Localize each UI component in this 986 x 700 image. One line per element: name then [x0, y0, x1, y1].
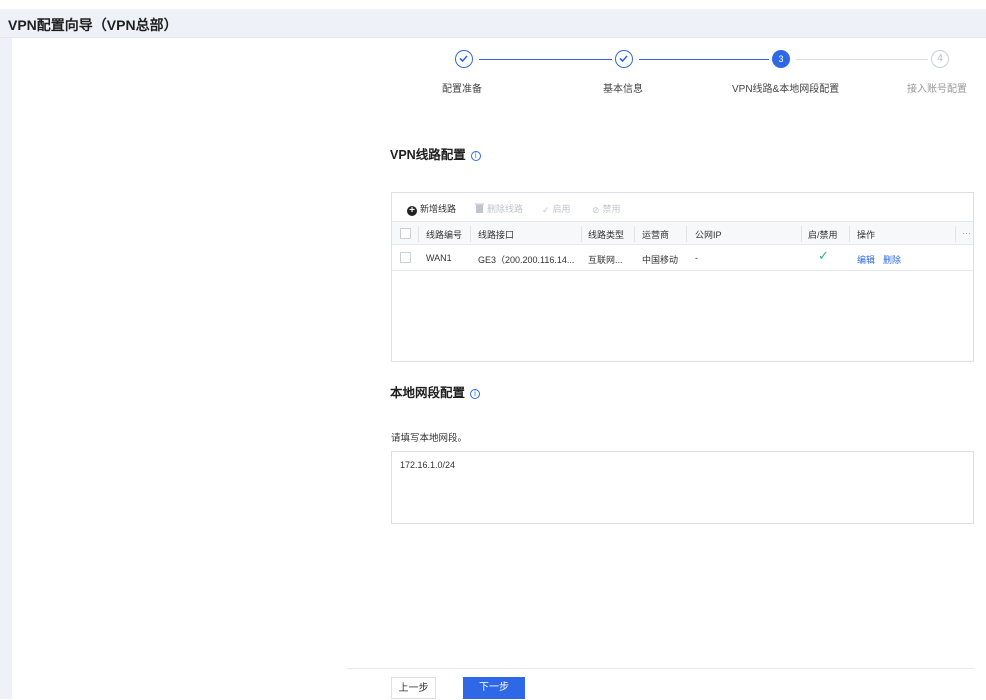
left-panel — [0, 38, 12, 699]
delete-link[interactable]: 删除 — [883, 253, 901, 266]
interface-cell: GE3（200.200.116.14... — [478, 255, 575, 265]
delete-line-label: 删除线路 — [487, 204, 524, 214]
column-header[interactable]: 线路接口 — [478, 228, 514, 241]
step-connector — [479, 59, 612, 60]
enable-button[interactable]: ✓ 启用 — [542, 202, 571, 216]
table-row[interactable]: WAN1 GE3（200.200.116.14... 互联网... 中国移动 -… — [392, 245, 973, 271]
column-header[interactable]: 公网IP — [695, 228, 722, 241]
column-header[interactable]: 线路类型 — [588, 228, 624, 241]
edit-link[interactable]: 编辑 — [857, 253, 875, 266]
vpn-lines-panel: + 新增线路 删除线路 ✓ 启用 ⊘ 禁用 线路编号 线路接口 线路类型 运营商 公网… — [391, 192, 974, 362]
check-circle-icon — [455, 50, 473, 68]
column-divider — [470, 226, 471, 242]
column-divider — [801, 226, 802, 242]
add-line-label: 新增线路 — [420, 204, 457, 214]
column-divider — [955, 226, 956, 242]
row-checkbox[interactable] — [400, 252, 411, 263]
plus-circle-icon: + — [407, 206, 417, 216]
disable-label: 禁用 — [602, 204, 621, 214]
info-icon[interactable]: i — [470, 151, 481, 161]
carrier-cell: 中国移动 — [642, 255, 679, 265]
step-connector — [639, 59, 769, 60]
step-label: 接入账号配置 — [907, 84, 967, 95]
section-title-text: 本地网段配置 — [390, 386, 466, 400]
trash-icon — [475, 203, 484, 215]
local-section-title: 本地网段配置 i — [390, 382, 481, 401]
line-no-cell: WAN1 — [426, 253, 452, 263]
vpn-section-title: VPN线路配置 i — [390, 144, 481, 163]
subnet-hint: 请填写本地网段。 — [391, 433, 468, 444]
disable-button[interactable]: ⊘ 禁用 — [592, 202, 621, 216]
column-header[interactable]: 操作 — [857, 228, 875, 241]
check-circle-icon — [615, 50, 633, 68]
select-all-checkbox[interactable] — [400, 228, 411, 239]
info-icon[interactable]: i — [470, 389, 481, 399]
step-number-icon: 4 — [931, 50, 949, 68]
enable-label: 启用 — [552, 204, 571, 214]
wizard-footer: 上一步 下一步 — [347, 668, 974, 699]
column-divider — [581, 226, 582, 242]
ban-icon: ⊘ — [592, 205, 600, 215]
top-strip — [0, 0, 986, 9]
column-divider — [686, 226, 687, 242]
check-icon: ✓ — [542, 205, 550, 215]
local-subnet-textarea[interactable]: 172.16.1.0/24 — [391, 451, 974, 524]
section-title-text: VPN线路配置 — [390, 148, 466, 162]
next-button[interactable]: 下一步 — [463, 677, 525, 699]
page-title: VPN配置向导（VPN总部） — [8, 17, 178, 33]
step-connector — [796, 59, 928, 60]
title-bar: VPN配置向导（VPN总部） — [0, 9, 986, 38]
table-toolbar: + 新增线路 删除线路 ✓ 启用 ⊘ 禁用 — [392, 193, 973, 221]
step-label: VPN线路&本地网段配置 — [732, 84, 840, 95]
column-header[interactable]: 启/禁用 — [808, 228, 838, 241]
column-divider — [634, 226, 635, 242]
step-number-icon: 3 — [772, 50, 790, 68]
step-label: 基本信息 — [603, 84, 643, 95]
wizard-content: 配置准备 基本信息 3 VPN线路&本地网段配置 4 接入账号配置 VPN线路配… — [12, 38, 986, 699]
delete-line-button[interactable]: 删除线路 — [475, 202, 523, 215]
table-header: 线路编号 线路接口 线路类型 运营商 公网IP 启/禁用 操作 ··· — [392, 221, 973, 245]
type-cell: 互联网... — [588, 255, 623, 265]
column-header[interactable]: 运营商 — [642, 228, 669, 241]
more-icon[interactable]: ··· — [962, 228, 971, 238]
public-ip-cell: - — [695, 253, 698, 263]
enabled-check-icon: ✓ — [818, 248, 829, 263]
add-line-button[interactable]: + 新增线路 — [407, 202, 456, 216]
column-divider — [849, 226, 850, 242]
step-label: 配置准备 — [442, 84, 482, 95]
column-divider — [418, 226, 419, 242]
prev-button[interactable]: 上一步 — [391, 677, 436, 699]
subnet-value: 172.16.1.0/24 — [400, 460, 456, 470]
column-header[interactable]: 线路编号 — [426, 228, 462, 241]
